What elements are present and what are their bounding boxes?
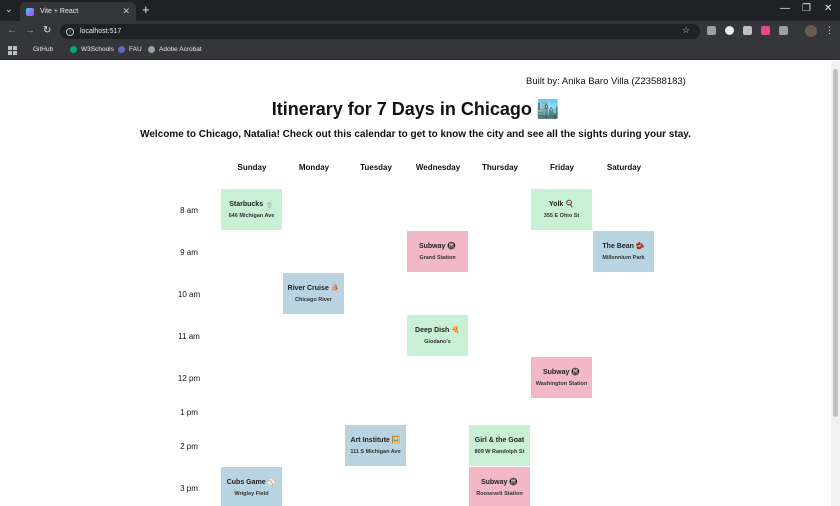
event-card[interactable]: Cubs Game ⚾ Wrigley Field [221, 467, 282, 506]
bookmark-star-icon[interactable]: ☆ [682, 25, 690, 36]
event-name: Starbucks 🍵 [229, 201, 274, 208]
window-close-icon[interactable]: ✕ [824, 3, 832, 14]
extension-s-icon[interactable] [725, 26, 734, 35]
event-name: River Cruise ⛵ [287, 285, 340, 292]
fau-icon [118, 46, 125, 53]
new-tab-plus-icon[interactable]: + [142, 2, 150, 17]
event-location: Millennium Park [602, 255, 645, 261]
event-name: Deep Dish 🍕 [415, 327, 460, 334]
event-card[interactable]: Deep Dish 🍕 Giodano's [407, 315, 468, 356]
event-name: Cubs Game ⚾ [226, 479, 277, 486]
url-text: localhost:517 [80, 28, 122, 35]
event-location: 355 E Ohio St [543, 213, 580, 219]
w3schools-icon [70, 46, 77, 53]
extension-instagram-icon[interactable] [761, 26, 770, 35]
vite-favicon-icon [26, 7, 34, 16]
event-card[interactable]: Yolk 🍳 355 E Ohio St [531, 189, 592, 230]
time-label: 1 pm [180, 408, 198, 417]
site-info-icon[interactable]: i [66, 27, 74, 36]
event-card[interactable]: Starbucks 🍵 646 Michigan Ave [221, 189, 282, 230]
minimize-icon[interactable]: — [780, 3, 790, 14]
extension-icon[interactable] [707, 26, 716, 35]
browser-tab-strip: ⌄ Vite + React ✕ + — ❐ ✕ [0, 0, 840, 21]
restore-icon[interactable]: ❐ [802, 3, 811, 14]
time-label: 10 am [177, 290, 201, 299]
time-label: 2 pm [180, 442, 198, 451]
event-card[interactable]: The Bean 🫘 Millennium Park [593, 231, 654, 272]
welcome-message: Welcome to Chicago, Natalia! Check out t… [140, 129, 691, 140]
page-scrollbar[interactable] [831, 61, 840, 506]
event-location: Giodano's [424, 339, 451, 345]
address-bar[interactable]: i localhost:517 ☆ [60, 24, 700, 39]
event-name: Girl & the Goat [474, 436, 525, 444]
day-header-saturday: Saturday [606, 163, 642, 172]
browser-menu-icon[interactable]: ⋮ [825, 25, 834, 36]
event-name: Subway 🚇 [542, 369, 581, 376]
event-location: Washington Station [535, 381, 588, 387]
event-card[interactable]: Girl & the Goat 809 W Randolph St [469, 425, 530, 466]
bookmarks-bar: GitHub W3Schools FAU Adobe Acrobat [0, 42, 840, 60]
event-name: Subway 🚇 [418, 243, 457, 250]
tab-title: Vite + React [40, 8, 79, 15]
event-location: Wrigley Field [234, 491, 269, 497]
event-name: Subway 🚇 [480, 479, 519, 486]
event-card[interactable]: Subway 🚇 Washington Station [531, 357, 592, 398]
day-header-thursday: Thursday [481, 163, 518, 172]
event-location: Chicago River [295, 297, 332, 303]
bookmark-adobe-acrobat[interactable]: Adobe Acrobat [148, 46, 202, 53]
profile-avatar[interactable] [805, 25, 817, 37]
tab-search-chevron-icon[interactable]: ⌄ [5, 4, 13, 15]
bookmark-label: W3Schools [81, 46, 114, 53]
day-header-sunday: Sunday [237, 163, 267, 172]
event-location: Grand Station [419, 255, 456, 261]
time-label: 11 am [178, 332, 200, 341]
event-name: Yolk 🍳 [549, 201, 574, 208]
time-label: 12 pm [177, 374, 201, 383]
bookmark-w3schools[interactable]: W3Schools [70, 46, 114, 53]
page-content: Built by: Anika Baro Villa (Z23588183) I… [0, 61, 831, 506]
tab-close-icon[interactable]: ✕ [122, 6, 130, 17]
event-name: The Bean 🫘 [602, 243, 645, 250]
apps-grid-icon[interactable] [8, 46, 17, 55]
event-card[interactable]: River Cruise ⛵ Chicago River [283, 273, 344, 314]
bookmark-github[interactable]: GitHub [33, 46, 53, 53]
event-location: 111 S Michigan Ave [350, 449, 401, 455]
globe-icon [148, 46, 155, 53]
event-name: Art Institute 🖼️ [350, 437, 401, 444]
browser-tab[interactable]: Vite + React ✕ [20, 2, 136, 21]
time-label: 8 am [180, 206, 198, 215]
browser-toolbar: ← → ↻ i localhost:517 ☆ ⋮ [0, 21, 840, 42]
extensions-puzzle-icon[interactable] [779, 26, 788, 35]
time-label: 9 am [180, 248, 198, 257]
forward-arrow-icon[interactable]: → [25, 25, 35, 36]
event-card[interactable]: Subway 🚇 Roosevelt Station [469, 467, 530, 506]
time-label: 3 pm [180, 484, 198, 493]
event-card[interactable]: Art Institute 🖼️ 111 S Michigan Ave [345, 425, 406, 466]
bookmark-label: FAU [129, 46, 142, 53]
day-header-wednesday: Wednesday [415, 163, 461, 172]
scrollbar-thumb[interactable] [833, 69, 838, 417]
event-location: 646 Michigan Ave [228, 213, 275, 219]
day-header-monday: Monday [298, 163, 330, 172]
back-arrow-icon[interactable]: ← [7, 25, 17, 36]
day-header-friday: Friday [549, 163, 574, 172]
page-title: Itinerary for 7 Days in Chicago 🏙️ [271, 99, 560, 119]
bookmark-label: Adobe Acrobat [159, 46, 202, 53]
event-location: Roosevelt Station [476, 491, 523, 497]
day-header-tuesday: Tuesday [360, 163, 392, 172]
reload-icon[interactable]: ↻ [43, 25, 51, 36]
event-card[interactable]: Subway 🚇 Grand Station [407, 231, 468, 272]
event-location: 809 W Randolph St [474, 448, 525, 455]
bookmark-label: GitHub [33, 46, 54, 53]
bookmark-fau[interactable]: FAU [118, 46, 142, 53]
extension-shield-icon[interactable] [743, 26, 752, 35]
built-by-credit: Built by: Anika Baro Villa (Z23588183) [526, 76, 686, 87]
